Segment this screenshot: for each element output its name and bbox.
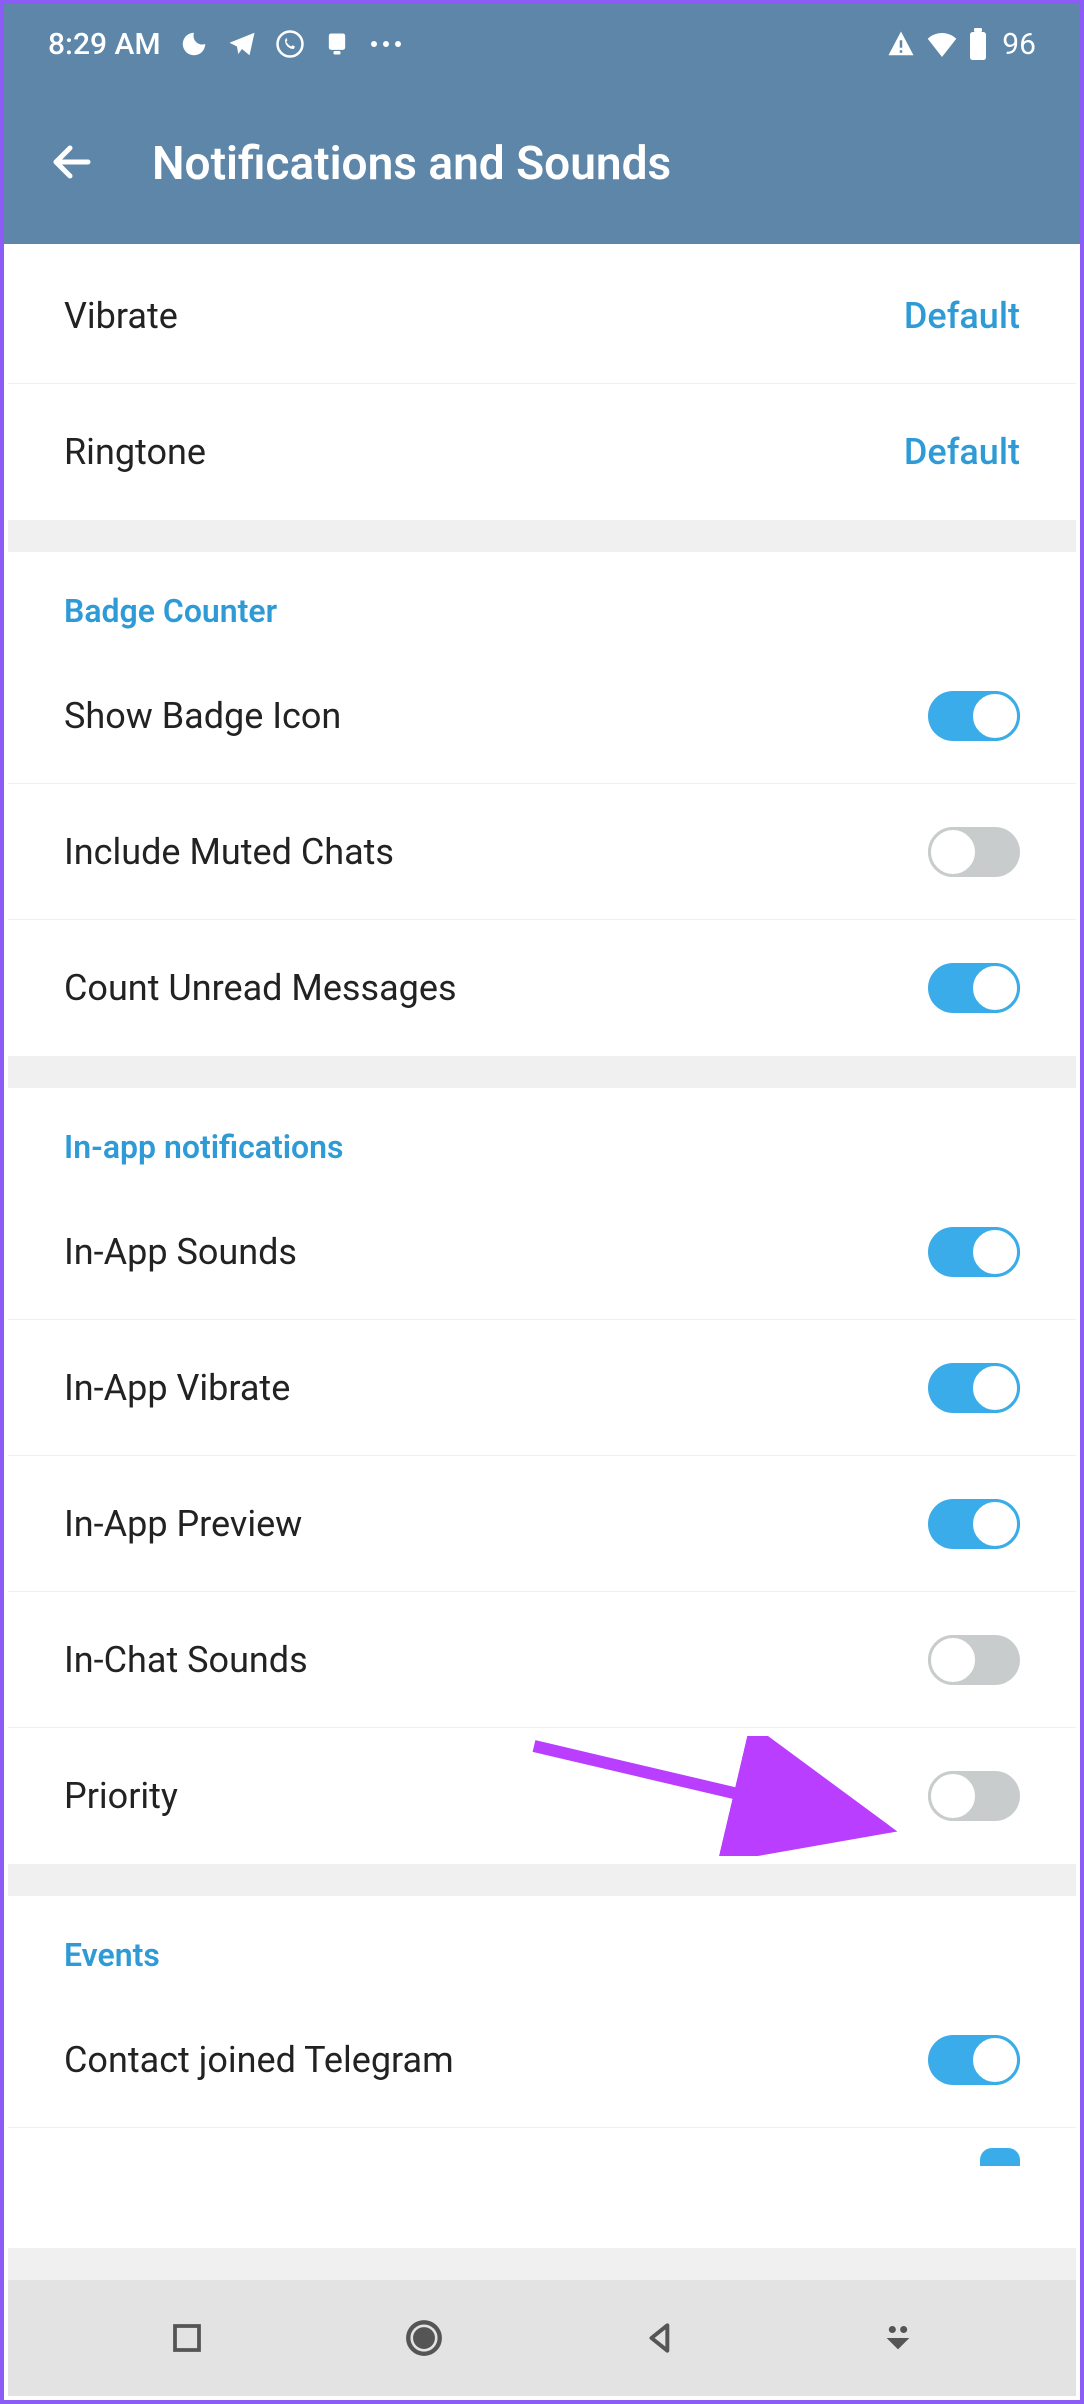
row-label: Priority <box>64 1775 178 1817</box>
row-label: Contact joined Telegram <box>64 2039 454 2081</box>
row-in-app-sounds[interactable]: In-App Sounds <box>8 1184 1076 1320</box>
toggle-in-app-sounds[interactable] <box>928 1227 1020 1277</box>
row-count-unread[interactable]: Count Unread Messages <box>8 920 1076 1056</box>
section-title: Events <box>8 1896 1076 1992</box>
row-value: Default <box>904 295 1020 337</box>
app-bar: Notifications and Sounds <box>4 84 1080 244</box>
row-value: Default <box>904 431 1020 473</box>
more-icon <box>369 39 403 49</box>
row-label: In-App Preview <box>64 1503 302 1545</box>
nav-back-button[interactable] <box>631 2308 691 2368</box>
row-show-badge-icon[interactable]: Show Badge Icon <box>8 648 1076 784</box>
notification-icon <box>323 30 351 58</box>
nav-home-button[interactable] <box>394 2308 454 2368</box>
page-title: Notifications and Sounds <box>152 137 671 191</box>
status-bar: 8:29 AM <box>4 4 1080 84</box>
row-contact-joined-telegram[interactable]: Contact joined Telegram <box>8 1992 1076 2128</box>
toggle-in-app-preview[interactable] <box>928 1499 1020 1549</box>
section-basic: Vibrate Default Ringtone Default <box>8 248 1076 520</box>
toggle-priority[interactable] <box>928 1771 1020 1821</box>
row-label: In-App Sounds <box>64 1231 297 1273</box>
row-label: In-Chat Sounds <box>64 1639 308 1681</box>
row-in-app-preview[interactable]: In-App Preview <box>8 1456 1076 1592</box>
battery-level: 96 <box>1002 27 1036 62</box>
moon-icon <box>179 29 209 59</box>
row-label: Show Badge Icon <box>64 695 341 737</box>
warning-icon <box>886 29 916 59</box>
toggle-include-muted-chats[interactable] <box>928 827 1020 877</box>
row-ringtone[interactable]: Ringtone Default <box>8 384 1076 520</box>
toggle-in-chat-sounds[interactable] <box>928 1635 1020 1685</box>
row-in-app-vibrate[interactable]: In-App Vibrate <box>8 1320 1076 1456</box>
toggle-show-badge-icon[interactable] <box>928 691 1020 741</box>
toggle-in-app-vibrate[interactable] <box>928 1363 1020 1413</box>
nav-keyboard-button[interactable] <box>868 2308 928 2368</box>
row-in-chat-sounds[interactable]: In-Chat Sounds <box>8 1592 1076 1728</box>
section-title: In-app notifications <box>8 1088 1076 1184</box>
row-label: Include Muted Chats <box>64 831 394 873</box>
settings-list: Vibrate Default Ringtone Default Badge C… <box>8 248 1076 2280</box>
section-badge-counter: Badge Counter Show Badge Icon Include Mu… <box>8 552 1076 1056</box>
row-label: Ringtone <box>64 431 206 473</box>
row-vibrate[interactable]: Vibrate Default <box>8 248 1076 384</box>
row-label: In-App Vibrate <box>64 1367 290 1409</box>
battery-icon <box>968 28 988 60</box>
toggle-count-unread[interactable] <box>928 963 1020 1013</box>
status-time: 8:29 AM <box>48 27 161 62</box>
system-nav-bar <box>8 2280 1076 2396</box>
row-label: Count Unread Messages <box>64 967 457 1009</box>
section-events: Events Contact joined Telegram <box>8 1896 1076 2248</box>
wifi-icon <box>926 31 958 57</box>
telegram-icon <box>227 29 257 59</box>
section-title: Badge Counter <box>8 552 1076 648</box>
back-button[interactable] <box>48 138 96 190</box>
whatsapp-icon <box>275 29 305 59</box>
section-in-app-notifications: In-app notifications In-App Sounds In-Ap… <box>8 1088 1076 1864</box>
toggle-contact-joined[interactable] <box>928 2035 1020 2085</box>
nav-recent-button[interactable] <box>157 2308 217 2368</box>
row-include-muted-chats[interactable]: Include Muted Chats <box>8 784 1076 920</box>
row-priority[interactable]: Priority <box>8 1728 1076 1864</box>
row-label: Vibrate <box>64 295 178 337</box>
